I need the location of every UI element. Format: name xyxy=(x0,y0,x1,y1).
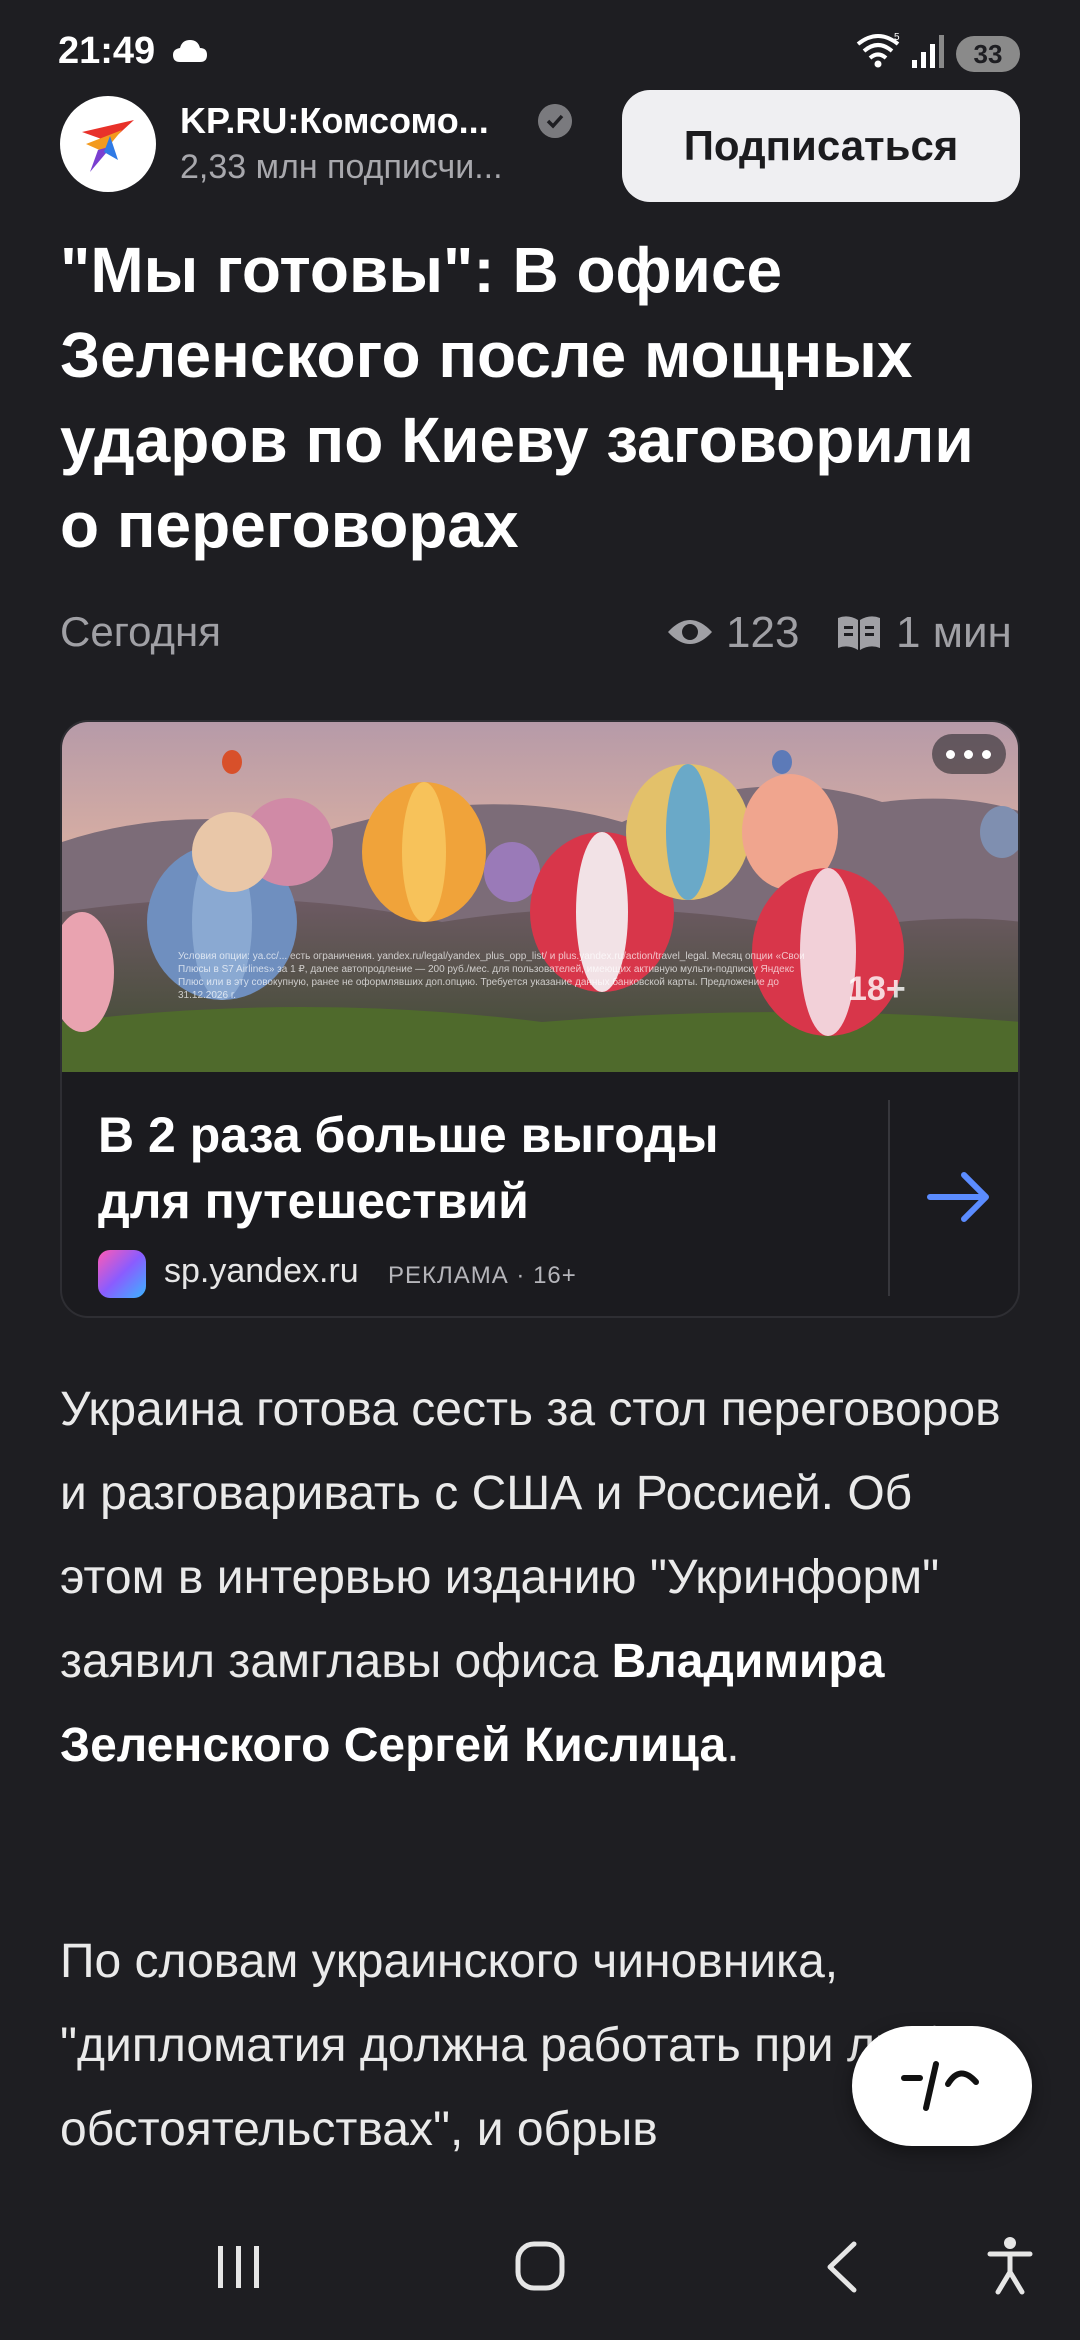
cloud-icon xyxy=(173,40,207,62)
ad-label: РЕКЛАМА · 16+ xyxy=(388,1262,577,1289)
ad-age-badge: 18+ xyxy=(848,970,906,1008)
article-date: Сегодня xyxy=(60,608,221,655)
ad-source[interactable]: sp.yandex.ru xyxy=(164,1252,359,1291)
reading-time-icon xyxy=(838,616,880,650)
article-title: "Мы готовы": В офисе Зеленского после мо… xyxy=(60,234,974,561)
recent-apps-icon[interactable] xyxy=(214,2242,264,2292)
channel-avatar[interactable] xyxy=(60,96,156,192)
channel-logo-icon xyxy=(82,120,134,172)
channel-subscribers: 2,33 млн подписчи... xyxy=(180,148,503,186)
home-icon[interactable] xyxy=(514,2240,566,2292)
back-icon[interactable] xyxy=(822,2240,862,2294)
battery-icon: 33 xyxy=(956,36,1020,72)
status-time: 21:49 xyxy=(58,30,156,72)
ad-fine-print: Условия опции: ya.cc/... есть ограничени… xyxy=(178,951,805,1001)
verified-icon xyxy=(538,104,572,138)
navigation-bar xyxy=(0,2196,1080,2340)
article-meta: Сегодня 123 1 мин xyxy=(60,600,1020,660)
accessibility-icon[interactable] xyxy=(986,2236,1034,2296)
channel-header: KP.RU:Комсомо... 2,33 млн подписчи... По… xyxy=(60,90,1020,210)
ad-headline[interactable]: В 2 раза больше выгоды для путешествий xyxy=(98,1102,798,1234)
signal-icon xyxy=(912,35,944,68)
fab-icon xyxy=(901,2061,979,2111)
reading-time: 1 мин xyxy=(896,608,1012,657)
status-bar: 21:49 5 33 xyxy=(0,0,1080,84)
ad-source-icon xyxy=(98,1250,146,1298)
subscribe-button[interactable]: Подписаться xyxy=(622,90,1020,202)
wifi-icon: 5 xyxy=(856,32,900,68)
ad-card[interactable]: Условия опции: ya.cc/... есть ограничени… xyxy=(60,720,1020,1318)
channel-name[interactable]: KP.RU:Комсомо... xyxy=(180,100,489,142)
views-count: 123 xyxy=(726,608,800,657)
arrow-right-icon[interactable] xyxy=(924,1162,994,1232)
ad-divider xyxy=(888,1100,890,1296)
ad-more-button[interactable] xyxy=(932,734,1006,774)
article-paragraph-1: Украина готова сесть за стол переговоров… xyxy=(60,1368,1030,1788)
eye-icon xyxy=(668,620,712,644)
floating-action-button[interactable] xyxy=(852,2026,1032,2146)
svg-text:5: 5 xyxy=(894,32,900,43)
ad-image xyxy=(62,722,1018,1072)
paragraph-end: . xyxy=(726,1719,740,1772)
